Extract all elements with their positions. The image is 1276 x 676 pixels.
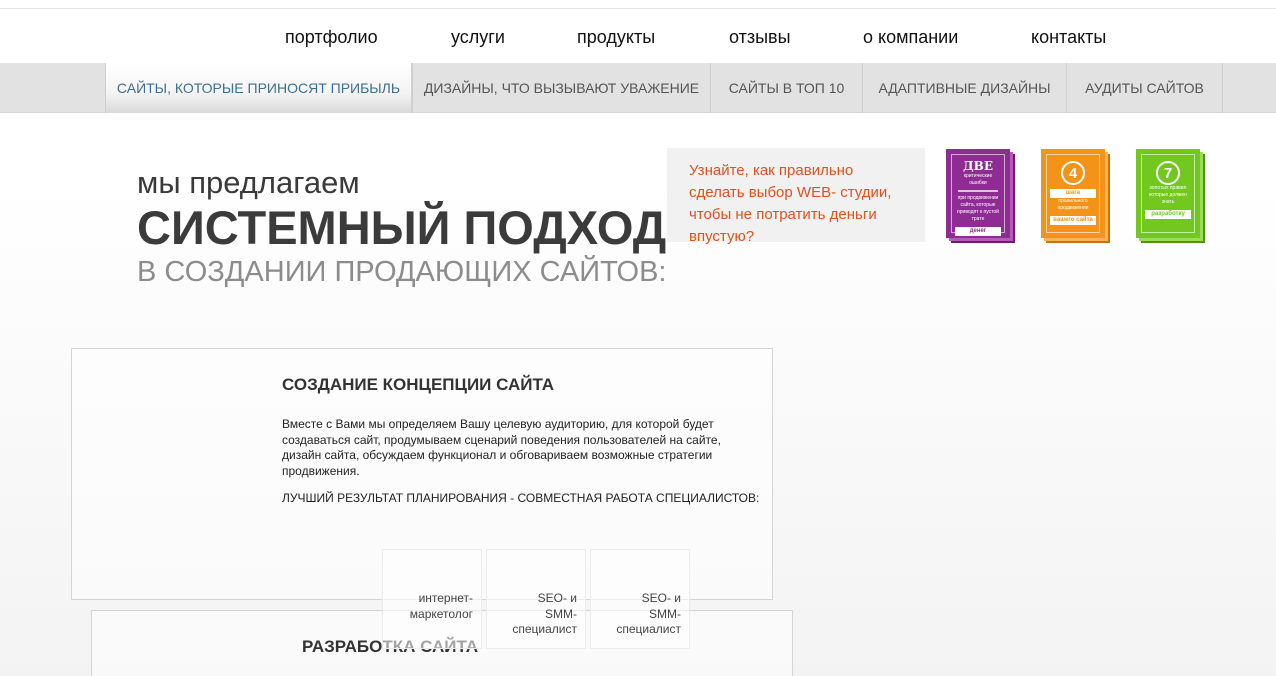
specialist-line: специалист [512, 622, 577, 636]
book-number: 4 [1061, 161, 1085, 185]
main-nav: портфолио услуги продукты отзывы о компа… [0, 9, 1276, 63]
nav-item-portfolio[interactable]: портфолио [285, 27, 378, 48]
book-cover-purple-icon[interactable]: ДВЕ критические ошибки при продвижении с… [946, 149, 1010, 238]
specialist-line: SMM- [545, 606, 577, 621]
book-ribbon: разработку сайта [1145, 210, 1191, 226]
promo-text-link[interactable]: Узнайте, как правильно сделать выбор WEB… [667, 148, 925, 245]
hero-line-3: в создании продающих сайтов: [137, 256, 667, 288]
specialist-line: SEO- и [641, 591, 681, 605]
book-cover-green-icon[interactable]: 7 золотых правил которые должен знать ра… [1136, 149, 1200, 238]
tab-adaptive-designs[interactable]: Адаптивные дизайны [862, 63, 1066, 113]
tab-profitable-sites[interactable]: Сайты, которые приносят прибыль [105, 63, 412, 113]
book-ribbon: вашего сайта [1050, 216, 1096, 225]
sub-nav: Сайты, которые приносят прибыль Дизайны,… [0, 63, 1276, 113]
book-text: правильного продвижения [1057, 198, 1089, 211]
book-title: ДВЕ [963, 159, 993, 173]
nav-item-about[interactable]: о компании [863, 27, 958, 48]
specialist-line: SMM- [649, 606, 681, 621]
book-subtitle: золотых правил [1149, 185, 1187, 191]
book-subtitle: критические ошибки [963, 173, 993, 186]
book-cover-orange-icon[interactable]: 4 шага правильного продвижения вашего са… [1041, 149, 1105, 238]
section-text: Вместе с Вами мы определяем Вашу целевую… [282, 417, 721, 478]
book-ribbon-top: шага [1050, 189, 1096, 198]
specialist-card: SEO- и SMM- специалист [486, 549, 586, 649]
nav-item-services[interactable]: услуги [451, 27, 505, 48]
section-note: Лучший результат планирования - совместн… [282, 491, 760, 505]
hero-line-1: мы предлагаем [137, 165, 360, 200]
nav-item-contacts[interactable]: контакты [1031, 27, 1106, 48]
specialist-line: маркетолог [409, 606, 473, 621]
specialist-line: SEO- и [537, 591, 577, 605]
section-title: Создание концепции сайта [282, 375, 555, 394]
specialist-line: интернет- [418, 591, 473, 605]
nav-item-reviews[interactable]: отзывы [729, 27, 791, 48]
book-number: 7 [1156, 161, 1180, 185]
tab-respectable-designs[interactable]: Дизайны, что вызывают уважение [412, 63, 710, 113]
specialist-line: специалист [616, 622, 681, 636]
book-text: при продвижении сайта, которые приводят … [957, 195, 999, 222]
tab-top10-sites[interactable]: Сайты в ТОП 10 [710, 63, 862, 113]
nav-item-products[interactable]: продукты [577, 27, 655, 48]
book-ribbon: денег [955, 227, 1001, 236]
specialist-card: интернет- маркетолог [382, 549, 482, 649]
specialist-card: SEO- и SMM- специалист [590, 549, 690, 649]
book-text: которые должен знать [1149, 192, 1187, 205]
tab-site-audits[interactable]: Аудиты сайтов [1066, 63, 1223, 113]
top-border [0, 0, 1276, 9]
hero-line-2: СИСТЕМНЫЙ ПОДХОД [137, 201, 667, 254]
